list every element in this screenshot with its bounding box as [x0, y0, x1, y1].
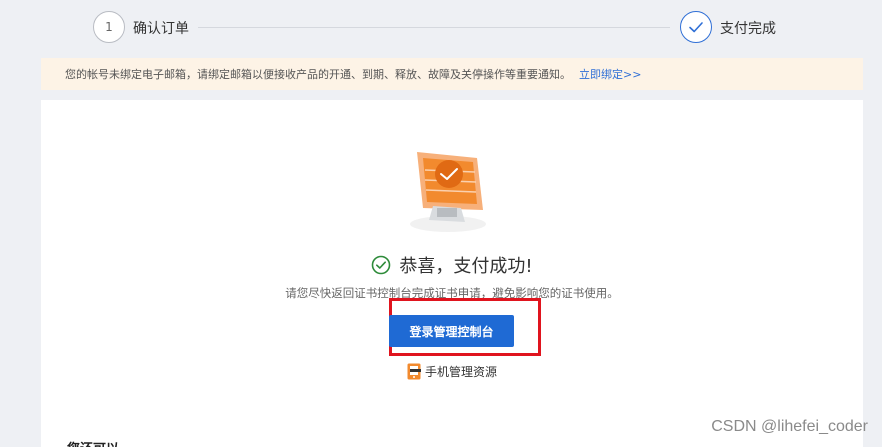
success-check-icon	[372, 255, 391, 275]
order-steps: 1 确认订单 支付完成	[0, 0, 882, 55]
step-1-number: 1	[93, 11, 125, 43]
email-notice-bar: 您的帐号未绑定电子邮箱，请绑定邮箱以便接收产品的开通、到期、释放、故障及关停操作…	[41, 58, 863, 90]
step-1-label: 确认订单	[133, 21, 189, 37]
mobile-manage-label: 手机管理资源	[425, 364, 498, 379]
payment-success-illustration	[410, 152, 486, 232]
step-2-label: 支付完成	[720, 21, 776, 37]
step-divider	[198, 27, 670, 28]
step-2-check-icon	[680, 11, 712, 43]
watermark: CSDN @lihefei_coder	[711, 418, 868, 435]
success-title: 恭喜，支付成功!	[399, 256, 533, 277]
bind-email-link[interactable]: 立即绑定>>	[579, 66, 641, 82]
success-row: 恭喜，支付成功!	[41, 252, 863, 278]
notice-text: 您的帐号未绑定电子邮箱，请绑定邮箱以便接收产品的开通、到期、释放、故障及关停操作…	[65, 68, 571, 81]
mobile-manage-link[interactable]: 手机管理资源	[407, 362, 497, 380]
login-console-button[interactable]: 登录管理控制台	[389, 315, 514, 347]
more-options-heading: 您还可以	[67, 438, 119, 447]
result-card: 恭喜，支付成功! 请您尽快返回证书控制台完成证书申请，避免影响您的证书使用。 登…	[41, 100, 863, 447]
page: 1 确认订单 支付完成 您的帐号未绑定电子邮箱，请绑定邮箱以便接收产品的开通、到…	[0, 0, 882, 447]
mobile-phone-icon	[407, 363, 421, 379]
